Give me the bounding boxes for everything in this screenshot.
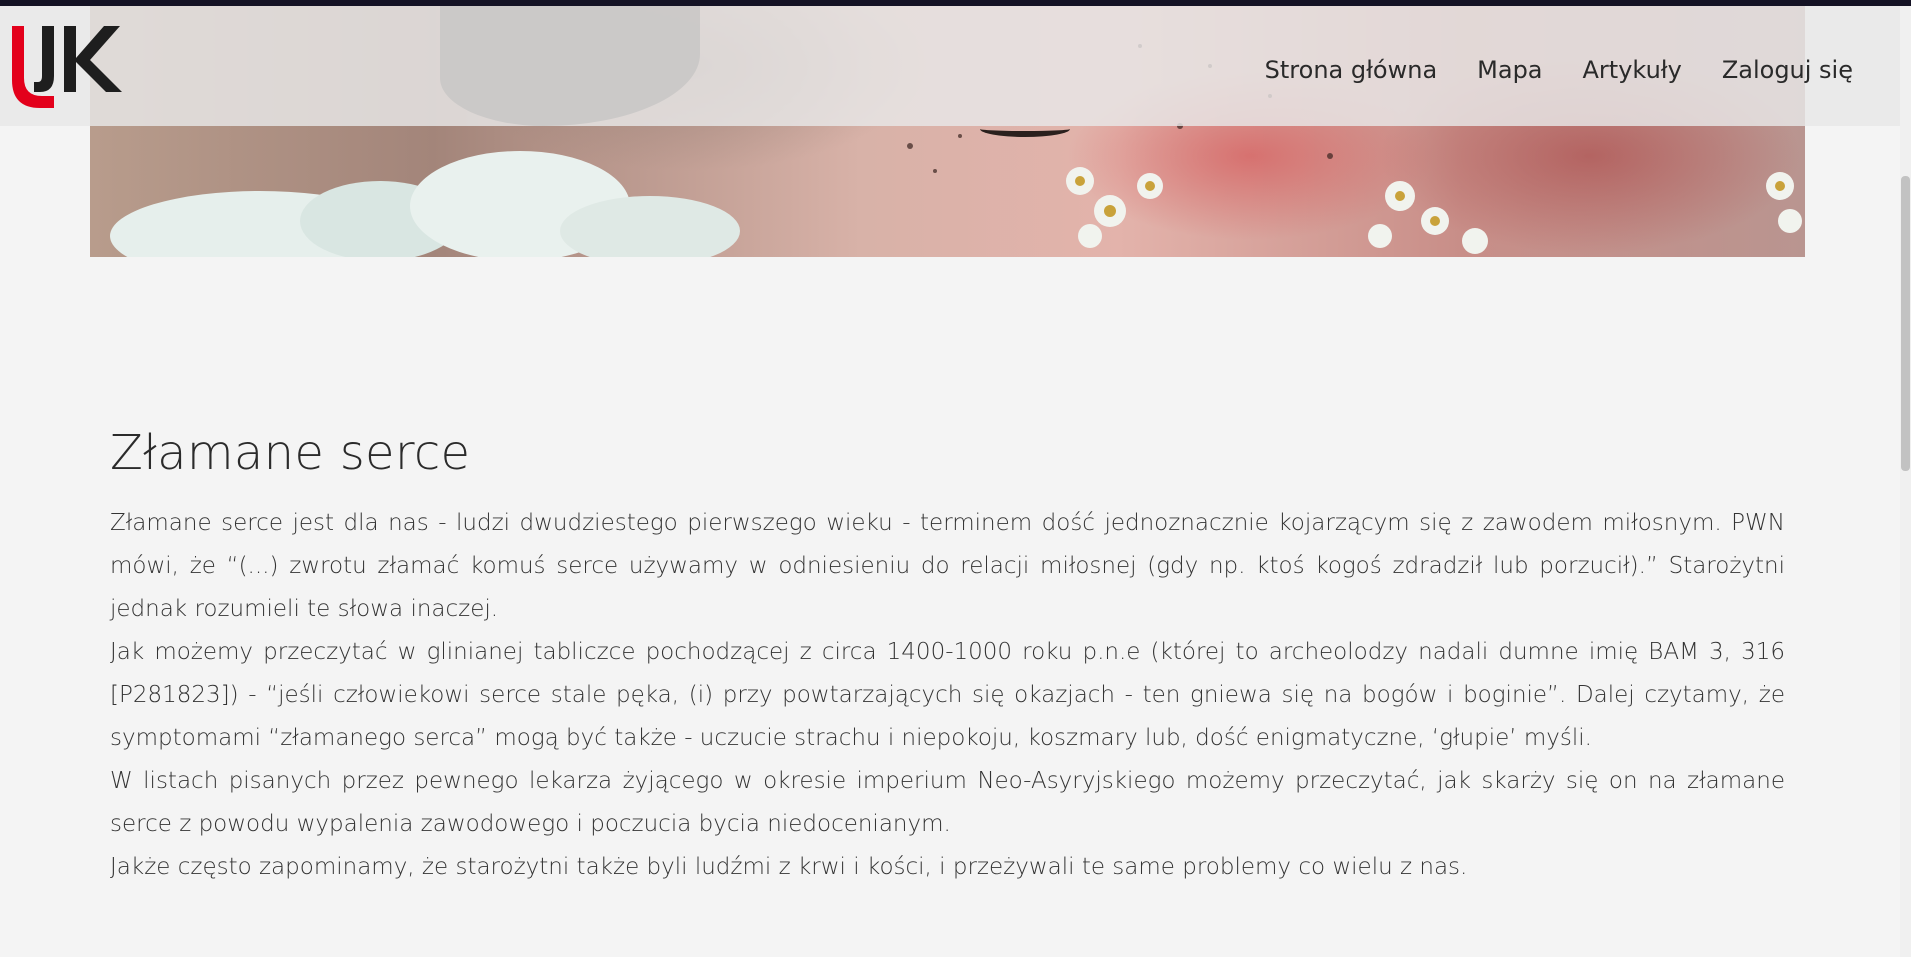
nav-login-link[interactable]: Zaloguj się (1722, 56, 1853, 84)
article-paragraph: Jak możemy przeczytać w glinianej tablic… (110, 639, 1785, 751)
site-header: Strona główna Mapa Artykuły Zaloguj się (0, 6, 1900, 126)
article-paragraph: W listach pisanych przez pewnego lekarza… (110, 768, 1785, 837)
nav-articles-link[interactable]: Artykuły (1583, 56, 1682, 84)
main-nav: Strona główna Mapa Artykuły Zaloguj się (1265, 56, 1853, 84)
article-title: Złamane serce (110, 425, 471, 481)
article-content: Złamane serce Złamane serce jest dla nas… (110, 420, 1785, 889)
nav-map-link[interactable]: Mapa (1477, 56, 1542, 84)
article-paragraph: Złamane serce jest dla nas - ludzi dwudz… (110, 510, 1785, 622)
page-scrollbar[interactable] (1900, 6, 1911, 957)
scrollbar-thumb[interactable] (1901, 176, 1910, 471)
nav-home-link[interactable]: Strona główna (1265, 56, 1438, 84)
article-paragraph: Jakże często zapominamy, że starożytni t… (110, 854, 1468, 880)
ujk-logo[interactable] (4, 18, 126, 114)
